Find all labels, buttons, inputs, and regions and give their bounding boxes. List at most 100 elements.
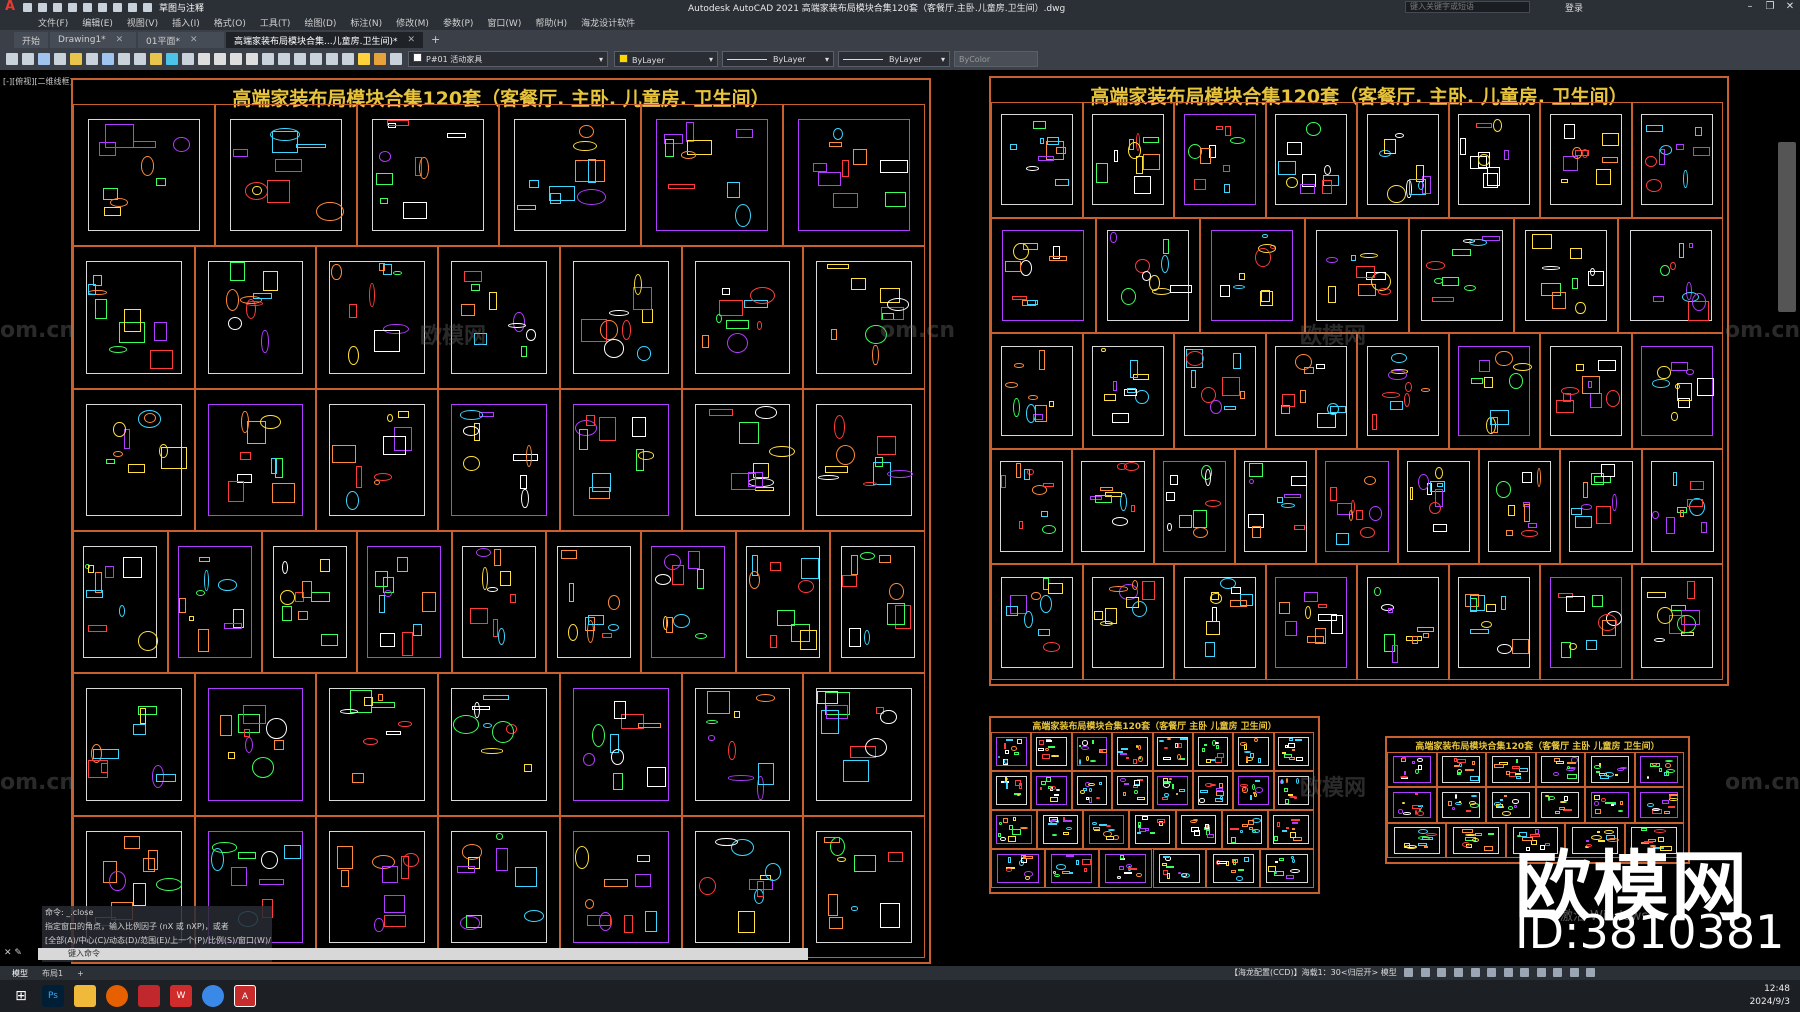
floor-plan-cell[interactable]: [1265, 564, 1357, 680]
floor-plan-cell[interactable]: [1631, 102, 1723, 218]
menu-item[interactable]: 窗口(W): [487, 16, 521, 29]
linetype-dropdown[interactable]: ByLayer ▾: [722, 51, 834, 67]
photoshop-icon[interactable]: Ps: [42, 985, 64, 1007]
floor-plan-cell[interactable]: [1585, 787, 1635, 823]
floor-plan-cell[interactable]: [1031, 732, 1072, 771]
floor-plan-cell[interactable]: [991, 771, 1032, 810]
close-icon[interactable]: ✕: [1780, 0, 1800, 14]
floor-plan-cell[interactable]: [357, 104, 499, 247]
tab-drawing1[interactable]: Drawing1* ✕: [50, 32, 137, 48]
menu-item[interactable]: 海龙设计软件: [581, 16, 635, 29]
floor-plan-cell[interactable]: [803, 388, 925, 531]
open-file-icon[interactable]: [38, 2, 47, 12]
floor-plan-cell[interactable]: [215, 104, 357, 247]
vertical-scrollbar[interactable]: [1778, 142, 1796, 312]
toolbar-tool-icon[interactable]: [70, 53, 82, 65]
firefox-icon[interactable]: [106, 985, 128, 1007]
floor-plan-cell[interactable]: [1175, 810, 1222, 849]
floor-plan-cell[interactable]: [1273, 732, 1314, 771]
floor-plan-cell[interactable]: [1486, 752, 1536, 788]
floor-plan-cell[interactable]: [316, 388, 439, 531]
floor-plan-cell[interactable]: [1479, 448, 1561, 565]
workspace-selector[interactable]: 草图与注释: [159, 1, 204, 14]
save-as-icon[interactable]: [68, 2, 77, 12]
floor-plan-cell[interactable]: [1153, 448, 1235, 565]
floor-plan-cell[interactable]: [438, 673, 560, 816]
menu-item[interactable]: 绘图(D): [304, 16, 336, 29]
floor-plan-cell[interactable]: [1082, 564, 1174, 680]
floor-plan-cell[interactable]: [167, 531, 263, 674]
polar-icon[interactable]: [1453, 968, 1463, 977]
floor-plan-cell[interactable]: [1235, 448, 1317, 565]
floor-plan-cell[interactable]: [1037, 810, 1084, 849]
floor-plan-cell[interactable]: [991, 333, 1083, 449]
menu-item[interactable]: 标注(N): [350, 16, 382, 29]
floor-plan-cell[interactable]: [1072, 448, 1154, 565]
floor-plan-cell[interactable]: [1152, 771, 1193, 810]
app-red-icon[interactable]: [138, 985, 160, 1007]
floor-plan-cell[interactable]: [1631, 333, 1723, 449]
floor-plan-cell[interactable]: [1387, 752, 1437, 788]
lineweight-icon[interactable]: [1503, 968, 1513, 977]
toolbar-tool-icon[interactable]: [390, 53, 402, 65]
menu-item[interactable]: 帮助(H): [535, 16, 567, 29]
floor-plan-cell[interactable]: [73, 388, 195, 531]
floor-plan-cell[interactable]: [991, 732, 1032, 771]
floor-plan-cell[interactable]: [73, 531, 168, 674]
floor-plan-cell[interactable]: [559, 673, 682, 816]
login-link[interactable]: 登录: [1565, 1, 1583, 14]
add-layout-icon[interactable]: +: [77, 969, 84, 978]
floor-plan-cell[interactable]: [1513, 217, 1619, 334]
toolbar-tool-icon[interactable]: [54, 53, 66, 65]
floor-plan-cell[interactable]: [1585, 752, 1635, 788]
add-tab-icon[interactable]: +: [431, 33, 440, 46]
close-command-icon[interactable]: ✕ ✎: [4, 948, 22, 958]
menu-item[interactable]: 视图(V): [127, 16, 158, 29]
viewport-controls[interactable]: [-][俯视][二维线框]: [3, 76, 73, 87]
floor-plan-cell[interactable]: [438, 815, 560, 958]
ortho-icon[interactable]: [1437, 968, 1447, 977]
floor-plan-cell[interactable]: [499, 104, 641, 247]
grid-icon[interactable]: [1404, 968, 1414, 977]
lineweight-dropdown[interactable]: ByLayer ▾: [838, 51, 950, 67]
floor-plan-cell[interactable]: [1446, 822, 1506, 858]
fullscreen-icon[interactable]: [1569, 968, 1579, 977]
settings-gear-icon[interactable]: [1553, 968, 1563, 977]
floor-plan-cell[interactable]: [1152, 849, 1207, 888]
toolbar-tool-icon[interactable]: [6, 53, 18, 65]
floor-plan-cell[interactable]: [194, 246, 317, 389]
layer-dropdown[interactable]: P#01 活动家具 ▾: [408, 51, 608, 67]
floor-plan-cell[interactable]: [1397, 448, 1479, 565]
toolbar-tool-icon[interactable]: [22, 53, 34, 65]
floor-plan-cell[interactable]: [735, 531, 831, 674]
floor-plan-cell[interactable]: [803, 673, 925, 816]
floor-plan-cell[interactable]: [1560, 448, 1642, 565]
floor-plan-cell[interactable]: [1436, 787, 1486, 823]
floor-plan-cell[interactable]: [559, 815, 682, 958]
floor-plan-cell[interactable]: [438, 388, 560, 531]
workspace-icon[interactable]: [1536, 968, 1546, 977]
tab-layout1[interactable]: 布局1: [42, 968, 63, 979]
floor-plan-cell[interactable]: [559, 388, 682, 531]
floor-plan-cell[interactable]: [1233, 771, 1274, 810]
snap-icon[interactable]: [1420, 968, 1430, 977]
save-icon[interactable]: [53, 2, 62, 12]
toolbar-tool-icon[interactable]: [182, 53, 194, 65]
floor-plan-cell[interactable]: [1112, 771, 1153, 810]
floor-plan-cell[interactable]: [357, 531, 452, 674]
floor-plan-cell[interactable]: [1071, 771, 1113, 810]
floor-plan-cell[interactable]: [1387, 787, 1437, 823]
floor-plan-cell[interactable]: [681, 246, 804, 389]
toolbar-tool-icon[interactable]: [230, 53, 242, 65]
search-input[interactable]: 键入关键字或短语: [1405, 1, 1530, 13]
floor-plan-cell[interactable]: [991, 810, 1038, 849]
wps-icon[interactable]: W: [170, 985, 192, 1007]
floor-plan-cell[interactable]: [991, 849, 1045, 888]
floor-plan-cell[interactable]: [1267, 810, 1314, 849]
floor-plan-cell[interactable]: [1206, 849, 1261, 888]
floor-plan-cell[interactable]: [451, 531, 547, 674]
floor-plan-cell[interactable]: [1634, 787, 1684, 823]
floor-plan-cell[interactable]: [194, 673, 317, 816]
toolbar-tool-icon[interactable]: [166, 53, 178, 65]
floor-plan-cell[interactable]: [1357, 102, 1449, 218]
